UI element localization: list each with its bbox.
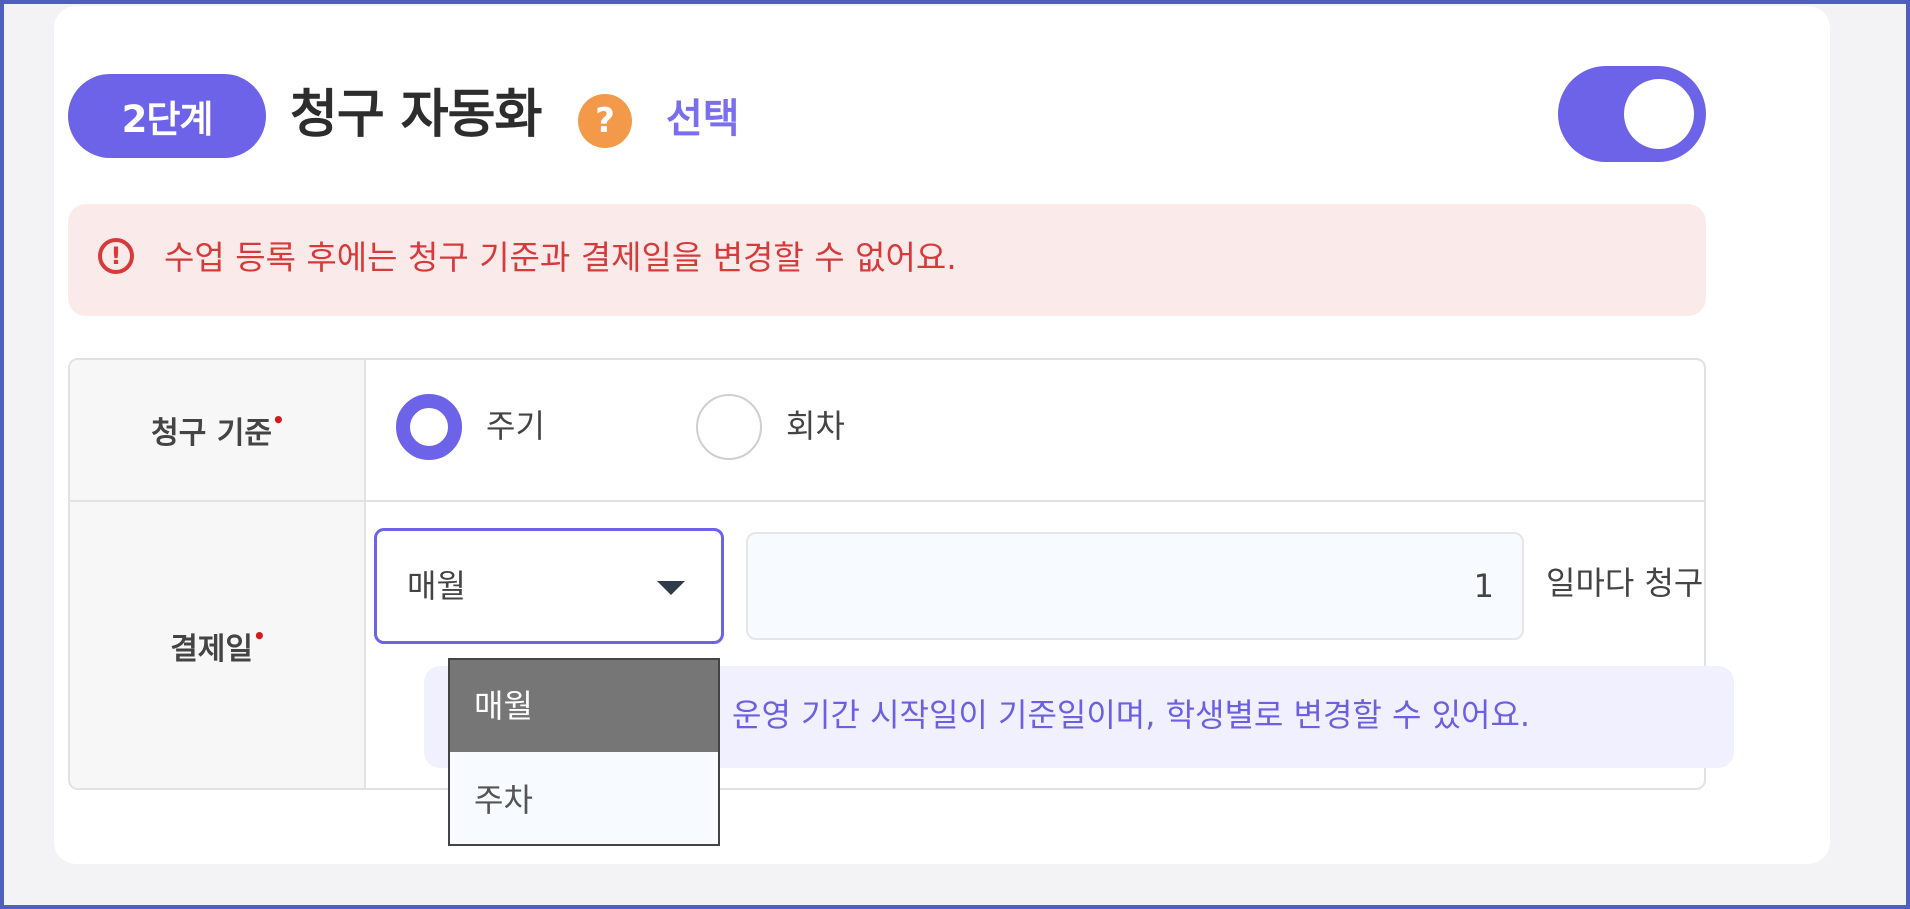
dropdown-option-monthly[interactable]: 매월 (450, 660, 718, 752)
required-mark: • (272, 408, 285, 432)
warning-text: 수업 등록 후에는 청구 기준과 결제일을 변경할 수 없어요. (164, 238, 957, 277)
period-dropdown-list: 매월 주차 (448, 658, 720, 846)
radio-cycle-label: 주기 (486, 407, 545, 445)
billing-basis-label: 청구 기준• (70, 408, 366, 452)
required-mark: • (253, 624, 266, 648)
period-select[interactable]: 매월 (374, 528, 724, 644)
optional-label: 선택 (666, 96, 740, 142)
radio-session[interactable] (696, 394, 762, 460)
automation-toggle[interactable] (1558, 66, 1706, 162)
row-divider (70, 500, 1704, 502)
billing-basis-label-text: 청구 기준 (151, 416, 273, 451)
info-text: 운영 기간 시작일이 기준일이며, 학생별로 변경할 수 있어요. (732, 696, 1531, 734)
radio-cycle[interactable] (396, 394, 462, 460)
chevron-down-icon (657, 581, 685, 595)
step-badge: 2단계 (68, 74, 266, 158)
section-title: 청구 자동화 (290, 85, 542, 145)
info-icon: ! (98, 238, 134, 274)
payment-day-label-text: 결제일 (170, 632, 253, 667)
period-select-value: 매월 (407, 567, 466, 605)
help-icon[interactable]: ? (578, 94, 632, 148)
payment-day-suffix: 일마다 청구 (1546, 564, 1704, 602)
radio-session-label: 회차 (786, 407, 845, 445)
toggle-knob (1624, 79, 1694, 149)
payment-day-input[interactable]: 1 (746, 532, 1524, 640)
payment-day-label: 결제일• (70, 624, 366, 668)
warning-banner: ! 수업 등록 후에는 청구 기준과 결제일을 변경할 수 없어요. (68, 204, 1706, 316)
dropdown-option-weekly[interactable]: 주차 (450, 754, 718, 846)
